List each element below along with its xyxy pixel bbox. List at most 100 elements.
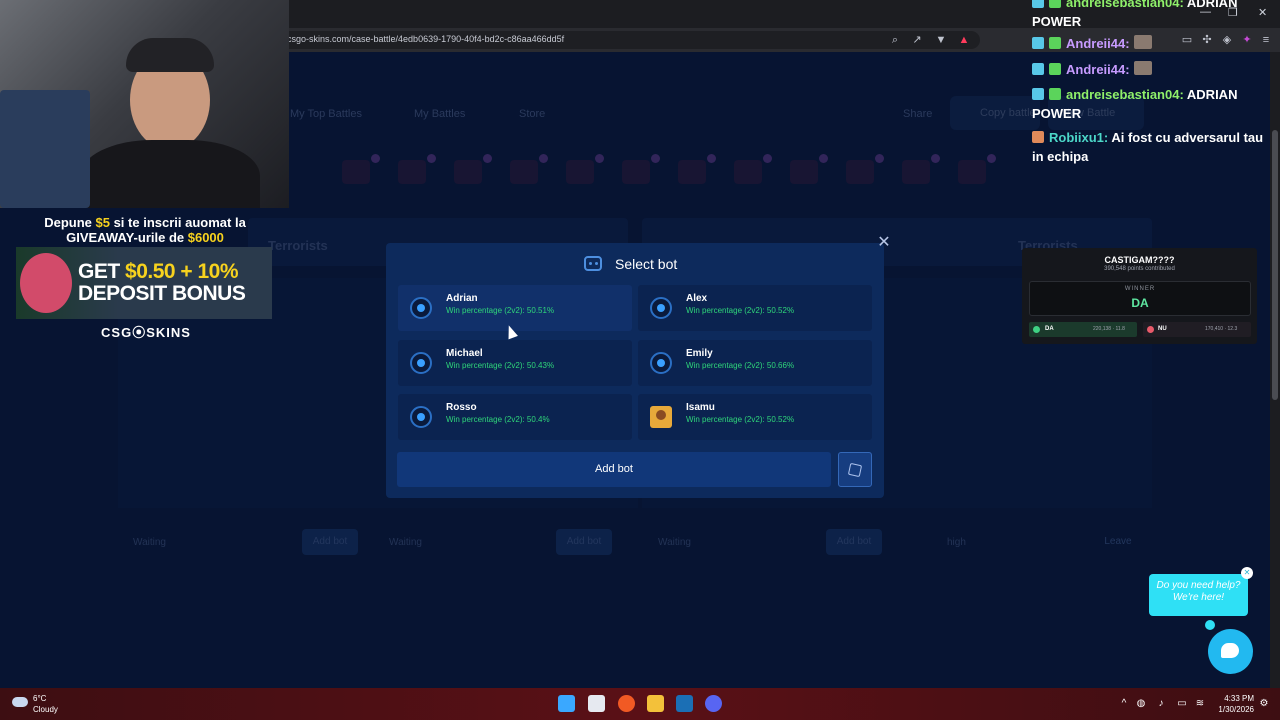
clock-time[interactable]: 4:33 PM — [1214, 694, 1254, 703]
poll-points: 390,548 points contributed — [1104, 266, 1175, 272]
poll-title: CASTIGAM???? — [1104, 255, 1175, 265]
bot-option-adrian[interactable]: Adrian Win percentage (2v2): 50.51% — [398, 285, 632, 331]
bot-avatar-photo — [650, 406, 672, 428]
steam-icon[interactable] — [676, 695, 693, 712]
banner-text: DEPOSIT BONUS — [78, 282, 246, 305]
poll-option-name: DA — [1045, 326, 1054, 332]
share-icon[interactable]: ↗ — [910, 33, 924, 47]
mascot-icon — [20, 253, 72, 313]
chat-message: andreisebastian04: ADRIAN POWER — [1032, 85, 1272, 123]
scrollbar-thumb[interactable] — [1272, 130, 1278, 400]
zoom-icon[interactable]: ⌕ — [888, 33, 902, 47]
dice-icon — [847, 462, 863, 478]
volume-icon[interactable]: ♪ — [1155, 698, 1167, 710]
wifi-icon[interactable]: ≋ — [1194, 698, 1206, 710]
add-bot-button[interactable]: Add bot — [397, 452, 831, 487]
bot-avatar-icon — [650, 352, 672, 374]
file-explorer-icon[interactable] — [647, 695, 664, 712]
start-icon[interactable] — [558, 695, 575, 712]
deposit-bonus-banner: GET $0.50 + 10% DEPOSIT BONUS — [16, 247, 272, 319]
bot-name: Michael — [446, 348, 483, 359]
bot-name: Alex — [686, 293, 708, 304]
random-bot-button[interactable] — [838, 452, 872, 487]
bot-win-percentage: Win percentage (2v2): 50.66% — [686, 361, 795, 370]
monitor-background — [0, 90, 90, 208]
bot-win-percentage: Win percentage (2v2): 50.52% — [686, 415, 795, 424]
sub-badge-icon — [1049, 0, 1061, 8]
help-close-icon[interactable]: ✕ — [1241, 567, 1253, 579]
sub-badge-icon — [1049, 88, 1061, 100]
chat-message: Robiixu1: Ai fost cu adversarul tau in e… — [1032, 128, 1272, 166]
bot-avatar-icon — [410, 297, 432, 319]
webcam-overlay — [0, 0, 289, 208]
promo-text: si te inscrii auomat la — [109, 215, 246, 230]
poll-option-name: NU — [1158, 326, 1167, 332]
badge-icon — [1032, 37, 1044, 49]
bot-option-isamu[interactable]: Isamu Win percentage (2v2): 50.52% — [638, 394, 872, 440]
brave-rewards-icon[interactable]: ▲ — [957, 33, 971, 47]
streamer-shirt — [80, 140, 260, 208]
chat-message: Andreii44: — [1032, 34, 1272, 53]
chat-message: andreisebastian04: ADRIAN POWER — [1032, 0, 1272, 31]
close-icon[interactable]: ✕ — [876, 235, 892, 251]
help-pointer — [1205, 620, 1215, 630]
emote-icon — [1133, 35, 1152, 49]
brave-shield-icon[interactable]: ▼ — [934, 33, 948, 47]
sub-badge-icon — [1049, 37, 1061, 49]
help-text: Do you need help? — [1156, 580, 1241, 591]
csgo-skins-logo: CSG⦿SKINS — [101, 325, 191, 340]
promo-amount: $5 — [95, 215, 110, 230]
weather-temp[interactable]: 6°C — [33, 694, 46, 703]
sub-badge-icon — [1049, 63, 1061, 75]
network-icon[interactable]: ◍ — [1135, 698, 1147, 710]
bot-avatar-icon — [410, 406, 432, 428]
bot-option-alex[interactable]: Alex Win percentage (2v2): 50.52% — [638, 285, 872, 331]
promo-line-2: GIVEAWAY-urile de $6000 — [0, 230, 290, 245]
bot-option-emily[interactable]: Emily Win percentage (2v2): 50.66% — [638, 340, 872, 386]
weather-desc[interactable]: Cloudy — [33, 705, 58, 714]
brave-browser-icon[interactable] — [618, 695, 635, 712]
tray-chevron-icon[interactable]: ^ — [1118, 698, 1130, 710]
bot-name: Emily — [686, 348, 713, 359]
robot-icon — [584, 256, 602, 271]
banner-headline: GET $0.50 + 10% DEPOSIT BONUS — [78, 260, 246, 305]
url-text[interactable]: csgo-skins.com/case-battle/4edb0639-1790… — [287, 34, 564, 44]
badge-icon — [1032, 63, 1044, 75]
discord-icon[interactable] — [705, 695, 722, 712]
bot-win-percentage: Win percentage (2v2): 50.43% — [446, 361, 555, 370]
help-bubble[interactable]: Do you need help? We're here! — [1149, 574, 1248, 616]
promo-text: GIVEAWAY-urile de — [66, 230, 188, 245]
badge-icon — [1032, 131, 1044, 143]
badge-icon — [1032, 0, 1044, 8]
bot-name: Isamu — [686, 402, 715, 413]
help-text: We're here! — [1172, 592, 1225, 603]
bot-name: Adrian — [446, 293, 478, 304]
chat-username: Robiixu1: — [1049, 130, 1109, 145]
cloud-icon[interactable] — [12, 697, 28, 707]
task-view-icon[interactable] — [588, 695, 605, 712]
notifications-icon[interactable]: ⚙ — [1258, 698, 1270, 710]
clock-date[interactable]: 1/30/2026 — [1206, 705, 1254, 714]
bot-option-rosso[interactable]: Rosso Win percentage (2v2): 50.4% — [398, 394, 632, 440]
promo-text: Depune — [44, 215, 96, 230]
banner-amount: $0.50 + 10% — [125, 260, 239, 283]
bot-avatar-icon — [650, 297, 672, 319]
battery-icon[interactable]: ▭ — [1176, 698, 1188, 710]
emote-icon — [1133, 61, 1152, 75]
poll-dot — [1147, 326, 1154, 333]
bot-name: Rosso — [446, 402, 477, 413]
live-chat-button[interactable] — [1208, 629, 1253, 674]
badge-icon — [1032, 88, 1044, 100]
poll-dot — [1033, 326, 1040, 333]
windows-taskbar — [0, 688, 1280, 720]
poll-winner-label: WINNER — [1124, 286, 1156, 292]
chat-message: Andreii44: — [1032, 60, 1272, 79]
bot-win-percentage: Win percentage (2v2): 50.52% — [686, 306, 795, 315]
chat-username: andreisebastian04: — [1066, 0, 1184, 10]
bot-option-michael[interactable]: Michael Win percentage (2v2): 50.43% — [398, 340, 632, 386]
promo-amount: $6000 — [187, 230, 224, 245]
promo-line-1: Depune $5 si te inscrii auomat la — [0, 215, 290, 230]
poll-option-value: 170,410 · 12.3 — [1205, 326, 1238, 332]
chat-username: andreisebastian04: — [1066, 87, 1184, 102]
chat-username: Andreii44: — [1066, 62, 1130, 77]
